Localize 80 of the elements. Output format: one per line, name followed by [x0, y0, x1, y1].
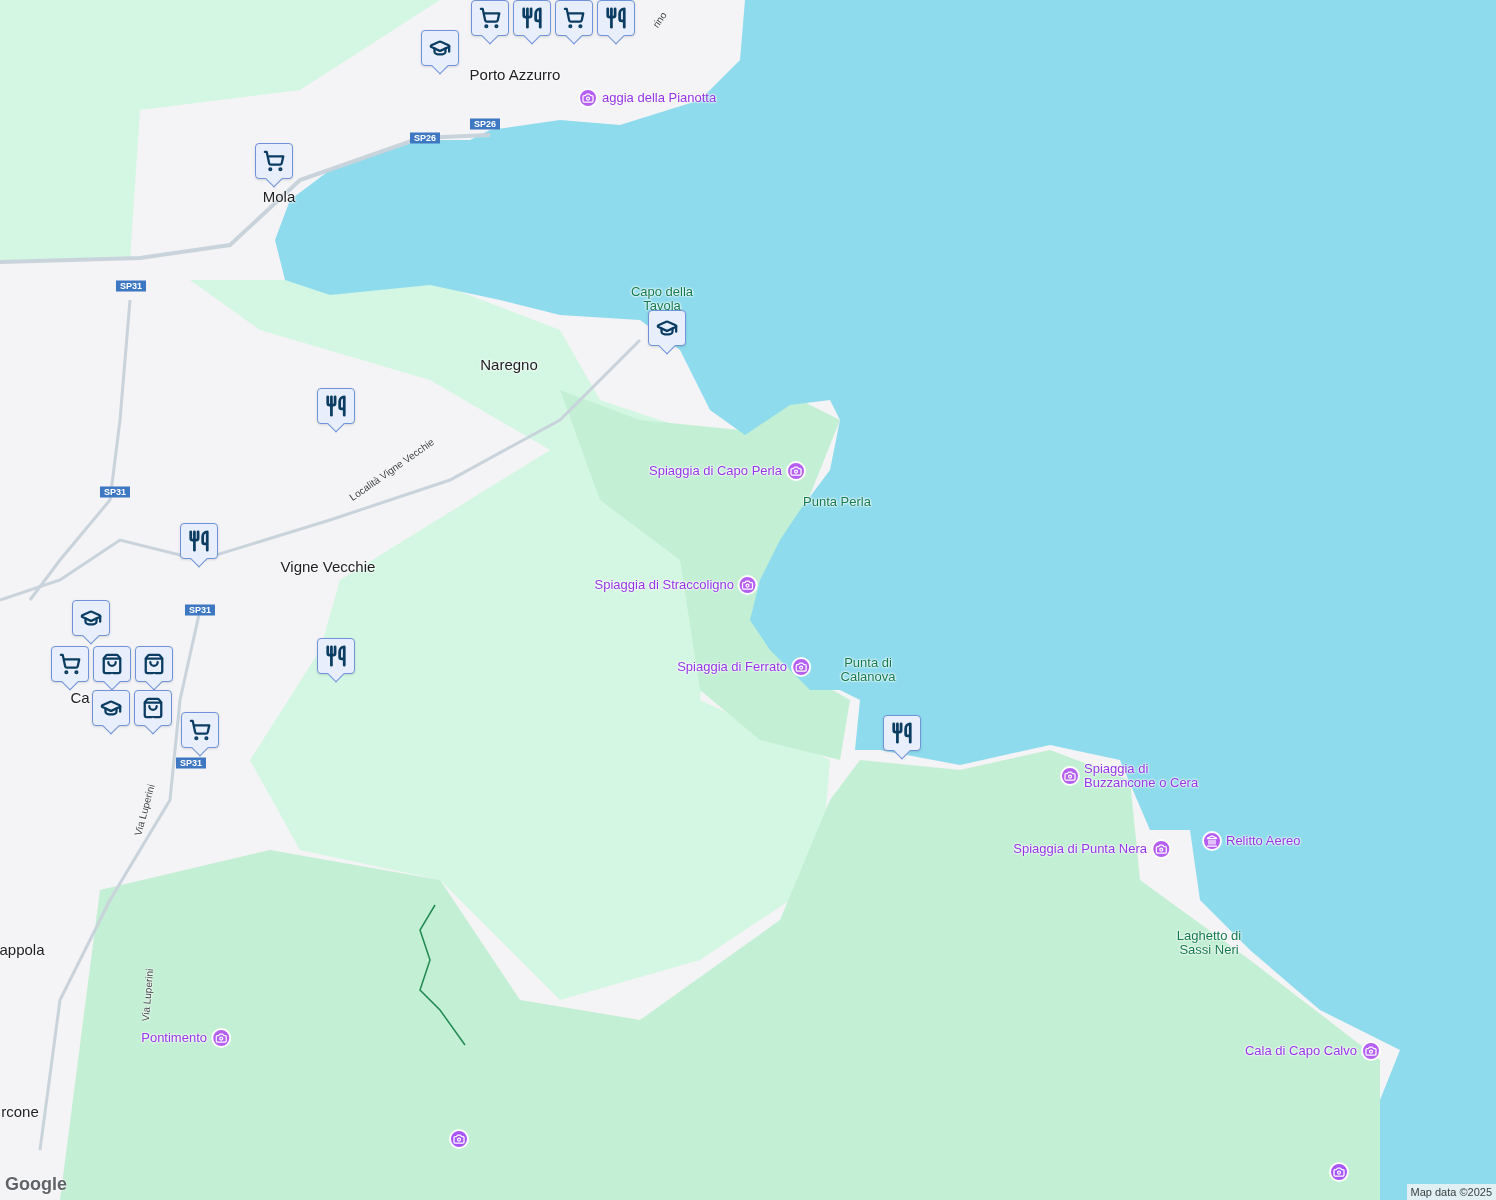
graduation-cap-icon [80, 607, 102, 629]
shopping-bag-icon [142, 697, 164, 719]
map-marker[interactable] [51, 646, 89, 690]
map-marker[interactable] [93, 646, 131, 690]
poi-label[interactable]: Spiaggia di Buzzancone o Cera [1084, 762, 1214, 790]
map-pin[interactable] [578, 88, 598, 108]
camera-icon [453, 1133, 465, 1145]
shopping-cart-icon [59, 653, 81, 675]
road-shield: SP31 [100, 486, 130, 498]
logo[interactable]: Google [5, 1171, 67, 1198]
map-marker[interactable] [471, 0, 509, 44]
map-pin[interactable] [1361, 1041, 1381, 1061]
place-label: Naregno [480, 354, 538, 375]
fork-knife-icon [605, 7, 627, 29]
poi-label[interactable]: Cala di Capo Calvo [1245, 1044, 1357, 1058]
map-marker[interactable] [135, 646, 173, 690]
camera-icon [742, 579, 754, 591]
place-label: appola [0, 939, 45, 960]
place-label: Mola [262, 186, 296, 207]
landmark-icon [1206, 835, 1218, 847]
poi-label[interactable]: Spiaggia di Straccoligno [594, 578, 734, 592]
poi-label[interactable]: Spiaggia di Ferrato [677, 660, 787, 674]
road-shield: SP26 [410, 132, 440, 144]
road-label: rino [650, 9, 670, 31]
map-marker[interactable] [180, 523, 218, 567]
camera-icon [1155, 843, 1167, 855]
place-label: Porto Azzurro [469, 64, 561, 85]
road-shield: SP31 [116, 280, 146, 292]
map-marker[interactable] [134, 690, 172, 734]
map-marker[interactable] [883, 715, 921, 759]
map-marker[interactable] [181, 712, 219, 756]
graduation-cap-icon [100, 697, 122, 719]
shopping-cart-icon [263, 150, 285, 172]
place-label: Ca [70, 687, 90, 708]
shopping-cart-icon [189, 719, 211, 741]
shopping-cart-icon [479, 7, 501, 29]
shopping-bag-icon [101, 653, 123, 675]
landmark-label: Capo della Tavola [629, 285, 695, 313]
graduation-cap-icon [429, 37, 451, 59]
map-marker[interactable] [72, 600, 110, 644]
poi-label[interactable]: aggia della Pianotta [602, 91, 717, 105]
map-marker[interactable] [648, 310, 686, 354]
road-shield: SP31 [185, 604, 215, 616]
graduation-cap-icon [656, 317, 678, 339]
map-marker[interactable] [597, 0, 635, 44]
map-marker[interactable] [317, 388, 355, 432]
fork-knife-icon [188, 530, 210, 552]
poi-label[interactable]: Spiaggia di Capo Perla [649, 464, 782, 478]
fork-knife-icon [325, 645, 347, 667]
camera-icon [1365, 1045, 1377, 1057]
map-marker[interactable] [555, 0, 593, 44]
map-pin[interactable] [1151, 839, 1171, 859]
map-marker[interactable] [421, 30, 459, 74]
map-marker[interactable] [92, 690, 130, 734]
camera-icon [1064, 770, 1076, 782]
landmark-label: Punta di Calanova [839, 656, 897, 684]
shopping-cart-icon [563, 7, 585, 29]
fork-knife-icon [521, 7, 543, 29]
camera-icon [790, 465, 802, 477]
shopping-bag-icon [143, 653, 165, 675]
camera-icon [582, 92, 594, 104]
map-marker[interactable] [317, 638, 355, 682]
fork-knife-icon [891, 722, 913, 744]
map-marker[interactable] [513, 0, 551, 44]
road-label: Via Luperini [132, 783, 158, 837]
fork-knife-icon [325, 395, 347, 417]
landmark-label: Laghetto di Sassi Neri [1175, 929, 1243, 957]
landmark-label: Punta Perla [802, 495, 872, 509]
place-label: rcone [1, 1101, 39, 1122]
road-shield: SP26 [470, 118, 500, 130]
poi-label[interactable]: Pontimento [141, 1031, 207, 1045]
map-marker[interactable] [255, 143, 293, 187]
road-shield: SP31 [176, 757, 206, 769]
camera-icon [215, 1032, 227, 1044]
camera-icon [1333, 1166, 1345, 1178]
poi-label[interactable]: Relitto Aereo [1226, 834, 1301, 848]
road-label: Via Luperini [139, 968, 157, 1022]
place-label: Vigne Vecchie [280, 556, 376, 577]
camera-icon [795, 661, 807, 673]
poi-label[interactable]: Spiaggia di Punta Nera [1013, 842, 1147, 856]
